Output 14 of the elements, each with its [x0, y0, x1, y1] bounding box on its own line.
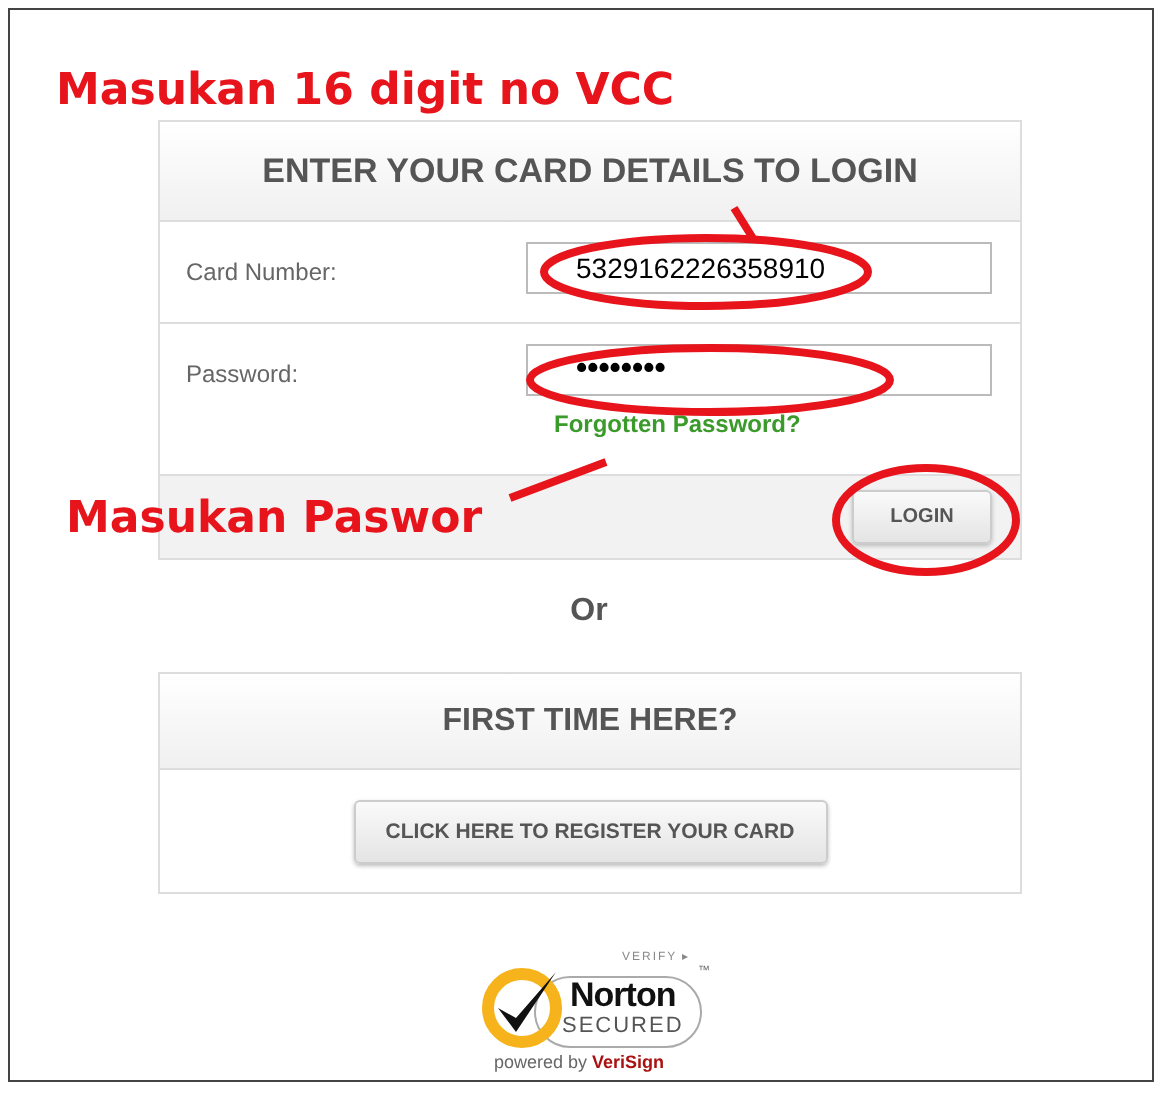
password-label: Password:: [186, 360, 301, 392]
card-number-label: Card Number:: [186, 258, 339, 290]
register-heading: FIRST TIME HERE?: [442, 703, 738, 739]
powered-by-text: powered by VeriSign: [494, 1052, 665, 1072]
norton-brand: Norton: [570, 976, 676, 1016]
forgot-password-link[interactable]: Forgotten Password?: [554, 410, 801, 438]
secured-label: SECURED: [562, 1014, 684, 1038]
login-heading: ENTER YOUR CARD DETAILS TO LOGIN: [262, 151, 918, 191]
annotation-text: Masukan Paswor: [66, 494, 483, 544]
annotation-text: Masukan 16 digit no VCC: [56, 66, 675, 116]
or-separator: Or: [570, 594, 608, 628]
register-button[interactable]: CLICK HERE TO REGISTER YOUR CARD: [353, 799, 827, 863]
card-number-field[interactable]: 5329162226358910: [526, 242, 992, 294]
login-button[interactable]: LOGIN: [852, 490, 992, 544]
